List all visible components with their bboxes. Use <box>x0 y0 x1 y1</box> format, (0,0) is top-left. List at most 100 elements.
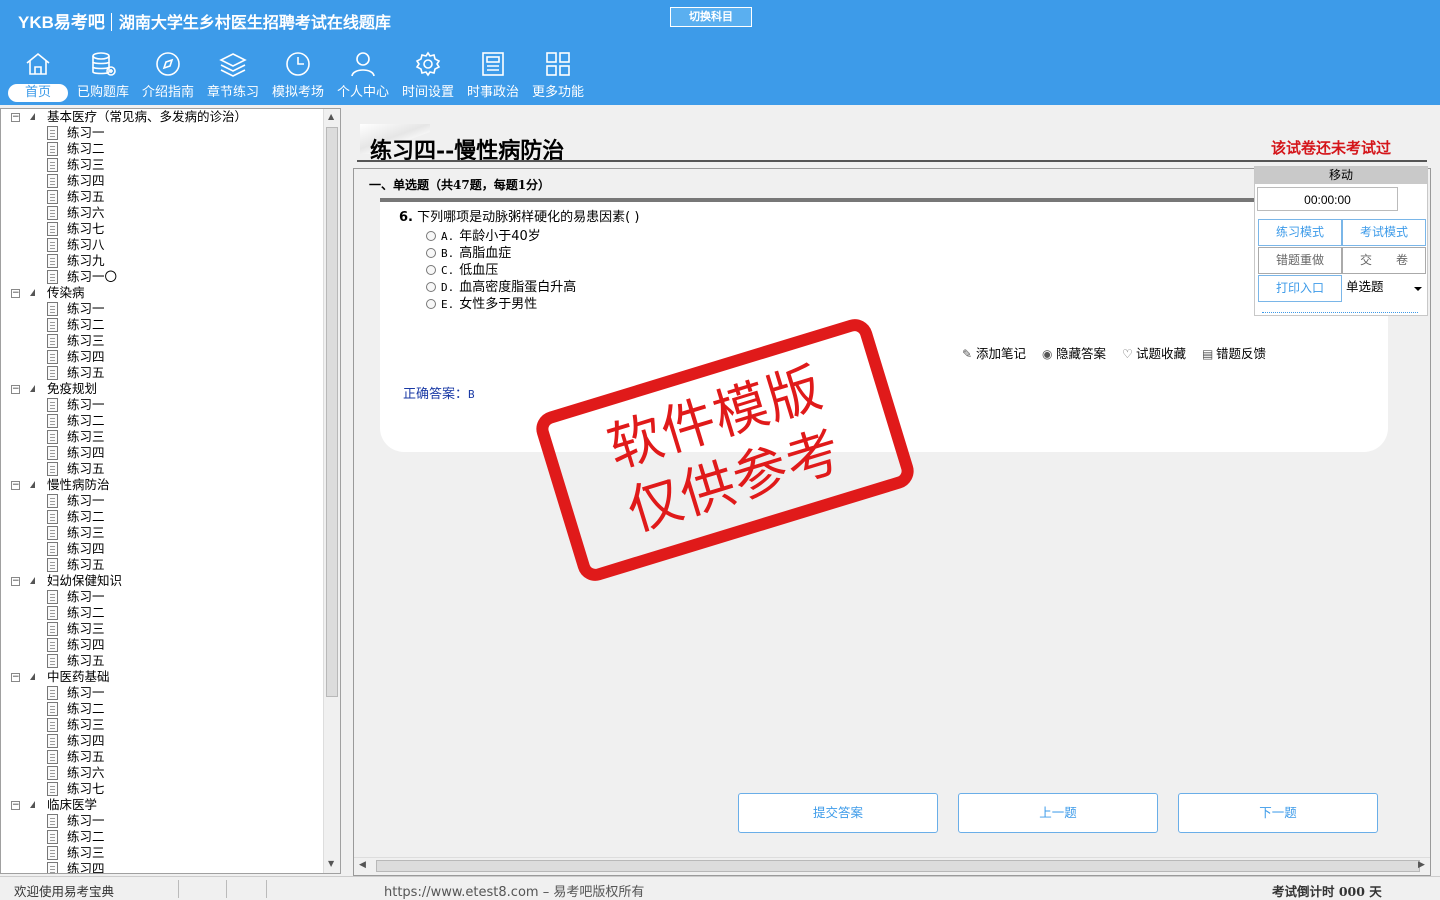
tree-item-label: 练习三 <box>67 157 105 172</box>
radio-icon[interactable] <box>426 299 436 309</box>
tree-item[interactable]: 练习一 <box>1 397 323 413</box>
tree-item[interactable]: 练习六 <box>1 765 323 781</box>
radio-icon[interactable] <box>426 248 436 258</box>
tree-category[interactable]: − 传染病 <box>1 285 323 301</box>
tree-item[interactable]: 练习五 <box>1 365 323 381</box>
option-e[interactable]: E. 女性多于男性 <box>426 293 537 312</box>
collapse-toggle-icon[interactable]: − <box>11 577 20 586</box>
tree-item[interactable]: 练习四 <box>1 445 323 461</box>
tree-item[interactable]: 练习四 <box>1 733 323 749</box>
nav-mock-exam[interactable]: 模拟考场 <box>268 48 328 104</box>
scroll-right-arrow-icon[interactable]: ▶ <box>1418 860 1425 870</box>
submit-answer-button[interactable]: 提交答案 <box>738 793 938 833</box>
move-handle[interactable]: 移动 <box>1255 167 1427 184</box>
tree-category[interactable]: − 临床医学 <box>1 797 323 813</box>
tree-item[interactable]: 练习四 <box>1 349 323 365</box>
nav-more[interactable]: 更多功能 <box>528 48 588 104</box>
radio-icon[interactable] <box>426 265 436 275</box>
tree-item[interactable]: 练习三 <box>1 157 323 173</box>
collapse-toggle-icon[interactable]: − <box>11 385 20 394</box>
tree-scrollbar-thumb[interactable] <box>326 127 338 697</box>
tree-item[interactable]: 练习四 <box>1 861 323 873</box>
tree-item[interactable]: 练习一 <box>1 813 323 829</box>
nav-chapters[interactable]: 章节练习 <box>203 48 263 104</box>
tree-item[interactable]: 练习四 <box>1 173 323 189</box>
tree-item[interactable]: 练习三 <box>1 621 323 637</box>
switch-subject-button[interactable]: 切换科目 <box>670 7 752 27</box>
tree-category[interactable]: − 慢性病防治 <box>1 477 323 493</box>
tree-item[interactable]: 练习三 <box>1 717 323 733</box>
question-type-select[interactable]: 单选题 <box>1342 275 1426 302</box>
document-icon <box>47 158 58 172</box>
tree-category[interactable]: − 中医药基础 <box>1 669 323 685</box>
tree-item[interactable]: 练习一 <box>1 685 323 701</box>
tree-item[interactable]: 练习七 <box>1 781 323 797</box>
collapse-toggle-icon[interactable]: − <box>11 673 20 682</box>
tree-item[interactable]: 练习一 <box>1 493 323 509</box>
practice-mode-button[interactable]: 练习模式 <box>1258 219 1342 246</box>
tree-item[interactable]: 练习一〇 <box>1 269 323 285</box>
tree-category[interactable]: − 免疫规划 <box>1 381 323 397</box>
redo-wrong-button[interactable]: 错题重做 <box>1258 247 1342 274</box>
nav-profile[interactable]: 个人中心 <box>333 48 393 104</box>
scroll-down-arrow-icon[interactable]: ▼ <box>328 859 334 868</box>
tree-item[interactable]: 练习七 <box>1 221 323 237</box>
tree-item[interactable]: 练习五 <box>1 653 323 669</box>
main-horizontal-scrollbar[interactable]: ◀ ▶ <box>354 857 1430 874</box>
tree-scrollbar[interactable]: ▲ ▼ <box>323 109 340 873</box>
tree-item[interactable]: 练习五 <box>1 557 323 573</box>
tree-item-label: 练习一〇 <box>67 269 118 284</box>
tree-item[interactable]: 练习三 <box>1 429 323 445</box>
tree-item[interactable]: 练习二 <box>1 317 323 333</box>
tree-item[interactable]: 练习四 <box>1 637 323 653</box>
hide-answer-button[interactable]: ◉ 隐藏答案 <box>1042 343 1106 362</box>
tree-item[interactable]: 练习九 <box>1 253 323 269</box>
tree-item[interactable]: 练习六 <box>1 205 323 221</box>
radio-icon[interactable] <box>426 231 436 241</box>
collapse-toggle-icon[interactable]: − <box>11 801 20 810</box>
tree-item[interactable]: 练习三 <box>1 845 323 861</box>
scroll-left-arrow-icon[interactable]: ◀ <box>359 860 366 870</box>
status-divider <box>226 880 227 898</box>
feedback-button[interactable]: ▤ 错题反馈 <box>1202 343 1266 362</box>
tree-item[interactable]: 练习二 <box>1 141 323 157</box>
tree-item[interactable]: 练习三 <box>1 333 323 349</box>
tree-item[interactable]: 练习一 <box>1 125 323 141</box>
timer-display: 00:00:00 <box>1257 187 1398 211</box>
tree-item[interactable]: 练习一 <box>1 589 323 605</box>
nav-politics[interactable]: 时事政治 <box>463 48 523 104</box>
tree-item[interactable]: 练习二 <box>1 605 323 621</box>
next-question-button[interactable]: 下一题 <box>1178 793 1378 833</box>
main-scrollbar-thumb[interactable] <box>376 860 1420 872</box>
tree-item[interactable]: 练习五 <box>1 189 323 205</box>
collapse-toggle-icon[interactable]: − <box>11 481 20 490</box>
tree-item[interactable]: 练习五 <box>1 749 323 765</box>
nav-time-settings[interactable]: 时间设置 <box>398 48 458 104</box>
nav-home[interactable]: 首页 <box>8 48 68 104</box>
tree-category[interactable]: − 基本医疗（常见病、多发病的诊治） <box>1 109 323 125</box>
tree-item[interactable]: 练习一 <box>1 301 323 317</box>
document-icon <box>47 686 58 700</box>
tree-item[interactable]: 练习三 <box>1 525 323 541</box>
tree-item[interactable]: 练习四 <box>1 541 323 557</box>
add-note-button[interactable]: ✎ 添加笔记 <box>962 343 1026 362</box>
tree-item[interactable]: 练习二 <box>1 701 323 717</box>
scroll-up-arrow-icon[interactable]: ▲ <box>328 112 334 121</box>
submit-paper-button[interactable]: 交 卷 <box>1342 247 1426 274</box>
collapse-toggle-icon[interactable]: − <box>11 289 20 298</box>
nav-guide[interactable]: 介绍指南 <box>138 48 198 104</box>
document-icon <box>47 718 58 732</box>
tree-category[interactable]: − 妇幼保健知识 <box>1 573 323 589</box>
tree-item[interactable]: 练习八 <box>1 237 323 253</box>
nav-purchased[interactable]: 已购题库 <box>73 48 133 104</box>
radio-icon[interactable] <box>426 282 436 292</box>
tree-item[interactable]: 练习二 <box>1 509 323 525</box>
collapse-toggle-icon[interactable]: − <box>11 113 20 122</box>
exam-mode-button[interactable]: 考试模式 <box>1342 219 1426 246</box>
favorite-button[interactable]: ♡ 试题收藏 <box>1122 343 1186 362</box>
tree-item[interactable]: 练习二 <box>1 829 323 845</box>
tree-item[interactable]: 练习二 <box>1 413 323 429</box>
tree-item[interactable]: 练习五 <box>1 461 323 477</box>
prev-question-button[interactable]: 上一题 <box>958 793 1158 833</box>
print-button[interactable]: 打印入口 <box>1258 275 1342 302</box>
